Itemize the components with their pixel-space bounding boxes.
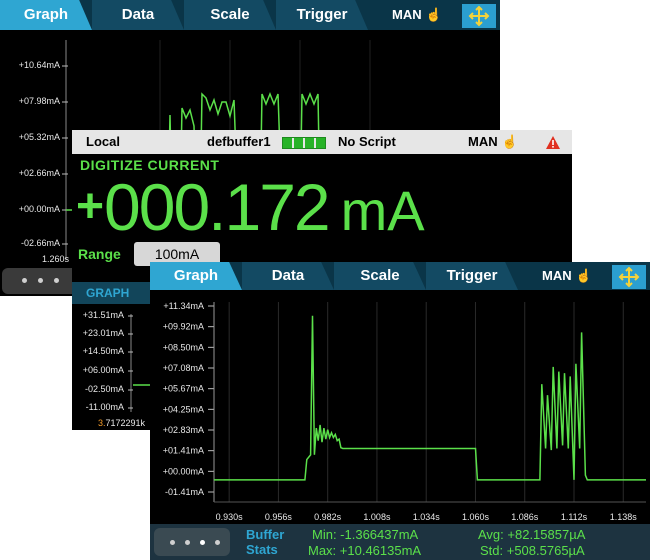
front-tab-scale[interactable]: Scale (334, 262, 426, 290)
middle-graph-axis (128, 314, 152, 412)
front-tab-graph[interactable]: Graph (150, 262, 242, 290)
middle-y-tick: -02.50mA (84, 384, 124, 394)
y-tick-label: +11.34mA (163, 301, 204, 311)
x-tick-label: 1.112s (561, 512, 588, 522)
status-location[interactable]: Local (86, 134, 120, 149)
page-dot (185, 540, 190, 545)
front-tab-data[interactable]: Data (242, 262, 334, 290)
measurement-reading: +000.172 mA (76, 172, 425, 261)
buffer-stats-title-line1: Buffer (246, 527, 285, 542)
hand-pointer-icon: ☝ (425, 7, 442, 22)
x-tick-label: 1.034s (413, 512, 441, 522)
y-tick-label: +09.92mA (163, 322, 204, 332)
status-mode-label: MAN (468, 134, 498, 149)
page-dot-active (200, 540, 205, 545)
y-tick-label: +08.50mA (163, 342, 204, 352)
x-tick-label: 1.086s (511, 512, 539, 522)
range-label: Range (78, 246, 121, 262)
y-tick-label: -01.41mA (165, 487, 204, 497)
x-tick-label: 0.956s (265, 512, 293, 522)
middle-y-tick: +31.51mA (82, 310, 124, 320)
middle-y-tick: +06.00mA (82, 365, 124, 375)
status-bar: Local defbuffer1 No Script MAN ☝ (72, 130, 572, 154)
status-buffer[interactable]: defbuffer1 (207, 134, 271, 149)
front-mode-label: MAN (542, 268, 572, 283)
back-pan-zoom-button[interactable] (462, 4, 496, 28)
reading-value: 000.172 (104, 170, 331, 244)
move-arrows-icon (468, 5, 490, 27)
page-dot (54, 278, 59, 283)
y-tick-label: +00.00mA (163, 466, 204, 476)
back-tab-data[interactable]: Data (92, 0, 184, 30)
front-screen: Graph Data Scale Trigger MAN ☝ +11.34mA +0… (150, 262, 650, 560)
back-tab-bar: Graph Data Scale Trigger MAN ☝ (0, 0, 500, 30)
warning-icon[interactable] (546, 136, 560, 149)
y-tick-label: +04.25mA (163, 404, 204, 414)
buffer-stats-bar: Buffer Stats Min: -1.366437mA Max: +10.4… (150, 524, 650, 560)
x-tick-label: 0.930s (216, 512, 244, 522)
y-tick-label: +02.83mA (163, 425, 204, 435)
move-arrows-icon (618, 266, 640, 288)
y-tick-label: +01.41mA (163, 446, 204, 456)
front-pan-zoom-button[interactable] (612, 265, 646, 289)
page-dot (170, 540, 175, 545)
middle-y-tick: +14.50mA (82, 346, 124, 356)
middle-bottom-value: 3.7172291k (98, 418, 145, 428)
back-swipe-indicator[interactable] (2, 268, 82, 294)
back-mode-indicator[interactable]: MAN ☝ (392, 7, 442, 23)
middle-y-tick: +23.01mA (82, 328, 124, 338)
reading-unit: mA (340, 179, 425, 242)
x-tick-label: 0.982s (314, 512, 342, 522)
page-dot (38, 278, 43, 283)
page-dot (22, 278, 27, 283)
x-tick-label: 1.060s (462, 512, 490, 522)
back-tab-trigger[interactable]: Trigger (276, 0, 368, 30)
reading-sign: + (76, 180, 105, 233)
middle-y-tick: -11.00mA (85, 402, 124, 412)
value-highlight: 3. (98, 418, 106, 428)
hand-pointer-icon: ☝ (501, 134, 518, 149)
front-mode-indicator[interactable]: MAN ☝ (542, 268, 592, 284)
front-tab-trigger[interactable]: Trigger (426, 262, 518, 290)
back-x-first-tick: 1.260s (42, 254, 70, 264)
y-tick-label: +05.67mA (163, 384, 204, 394)
y-tick-label: +07.08mA (163, 363, 204, 373)
stat-avg: Avg: +82.15857µA (478, 527, 586, 542)
buffer-fill-icon (282, 137, 326, 149)
stat-max: Max: +10.46135mA (308, 543, 422, 558)
stat-std: Std: +508.5765µA (480, 543, 585, 558)
buffer-stats-title-line2: Stats (246, 542, 278, 557)
back-tab-graph[interactable]: Graph (0, 0, 92, 30)
value-rest: 7172291k (105, 418, 146, 428)
x-tick-label: 1.138s (610, 512, 638, 522)
page-dot (215, 540, 220, 545)
status-mode[interactable]: MAN ☝ (468, 134, 518, 150)
stat-min: Min: -1.366437mA (312, 527, 419, 542)
back-tab-scale[interactable]: Scale (184, 0, 276, 30)
front-graph-plot: +11.34mA +09.92mA +08.50mA +07.08mA +05.67mA… (163, 301, 646, 522)
status-script[interactable]: No Script (338, 134, 396, 149)
front-swipe-indicator[interactable] (154, 528, 230, 556)
back-mode-label: MAN (392, 7, 422, 22)
hand-pointer-icon: ☝ (575, 268, 592, 283)
buffer-stats-title: Buffer Stats (246, 527, 284, 557)
front-tab-bar: Graph Data Scale Trigger MAN ☝ (150, 262, 650, 290)
x-tick-label: 1.008s (363, 512, 391, 522)
